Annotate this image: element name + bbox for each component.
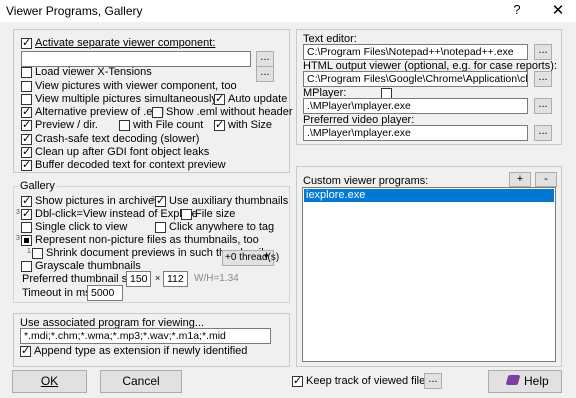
thumb-width-input[interactable]: 150: [126, 271, 151, 287]
dblclick-view-checkbox[interactable]: [21, 207, 32, 220]
window-title: Viewer Programs, Gallery: [6, 4, 143, 18]
html-viewer-browse-button[interactable]: ...: [534, 71, 552, 87]
timeout-label: Timeout in ms:: [22, 287, 94, 299]
activate-viewer-checkbox[interactable]: [21, 36, 32, 49]
close-icon[interactable]: ✕: [540, 0, 576, 22]
represent-nonpic-checkbox[interactable]: [21, 235, 32, 246]
with-size-label: with Size: [228, 119, 273, 131]
represent-nonpic-label: Represent non-picture files as thumbnail…: [35, 234, 259, 246]
click-tag-label: Click anywhere to tag: [169, 221, 275, 233]
threads-dropdown[interactable]: +0 thread(s) ▾: [222, 250, 279, 266]
keep-track-label: Keep track of viewed files: [306, 375, 431, 387]
custom-viewers-label: Custom viewer programs:: [303, 175, 429, 187]
view-multiple-checkbox[interactable]: [21, 94, 32, 105]
text-editor-browse-button[interactable]: ...: [534, 44, 552, 60]
load-xtensions-checkbox[interactable]: [21, 67, 32, 78]
title-bar: Viewer Programs, Gallery ? ✕: [0, 0, 576, 22]
mplayer-browse-button[interactable]: ...: [534, 98, 552, 114]
shrink-index: 1: [27, 248, 31, 255]
show-eml-header-checkbox[interactable]: [152, 107, 163, 118]
add-viewer-button[interactable]: +: [509, 172, 531, 187]
auto-update-checkbox[interactable]: [214, 92, 225, 105]
append-type-checkbox[interactable]: [20, 344, 31, 357]
alt-preview-eml-label: Alternative preview of .eml: [35, 106, 164, 118]
click-tag-checkbox[interactable]: [155, 222, 166, 233]
view-pictures-component-label: View pictures with viewer component, too: [35, 80, 237, 92]
load-xtensions-label: Load viewer X-Tensions: [35, 66, 152, 78]
cleanup-gdi-checkbox[interactable]: [21, 145, 32, 158]
crash-safe-label: Crash-safe text decoding (slower): [35, 133, 200, 145]
represent-index: 3: [16, 235, 20, 242]
single-click-label: Single click to view: [35, 221, 128, 233]
use-aux-thumbs-checkbox[interactable]: [155, 194, 166, 207]
threads-value: +0 thread(s): [225, 252, 280, 263]
crash-safe-checkbox[interactable]: [21, 132, 32, 145]
keep-track-checkbox[interactable]: [292, 374, 303, 387]
list-item[interactable]: iexplore.exe: [304, 189, 554, 202]
custom-viewers-list[interactable]: iexplore.exe: [302, 187, 556, 362]
thumb-height-input[interactable]: 112: [163, 271, 188, 287]
append-type-label: Append type as extension if newly identi…: [34, 345, 248, 357]
mplayer-input[interactable]: .\MPlayer\mplayer.exe: [303, 98, 528, 114]
viewer-component-browse-button[interactable]: ...: [256, 51, 274, 67]
single-click-checkbox[interactable]: [21, 222, 32, 233]
pref-video-browse-button[interactable]: ...: [534, 125, 552, 141]
preview-dir-label: Preview / dir.: [35, 119, 98, 131]
show-archives-checkbox[interactable]: [21, 194, 32, 207]
keep-track-browse-button[interactable]: ...: [424, 373, 442, 389]
help-button-label: Help: [524, 374, 549, 388]
chevron-down-icon: ▾: [264, 251, 269, 261]
remove-viewer-button[interactable]: -: [535, 172, 557, 187]
assoc-extensions-input[interactable]: *.mdi;*.chm;*.wma;*.mp3;*.wav;*.m1a;*.mi…: [20, 328, 271, 344]
cancel-button-label: Cancel: [122, 374, 160, 388]
ok-button-label: OK: [40, 374, 59, 388]
auto-update-label: Auto update: [228, 93, 288, 105]
load-xtensions-browse-button[interactable]: ...: [256, 66, 274, 82]
show-eml-header-label: Show .eml without header: [166, 106, 293, 118]
buffer-decoded-checkbox[interactable]: [21, 158, 32, 171]
file-size-checkbox[interactable]: [181, 209, 192, 220]
help-icon[interactable]: ?: [504, 2, 530, 20]
activate-viewer-label: Activate separate viewer component:: [35, 37, 216, 49]
show-archives-label: Show pictures in archives: [35, 195, 160, 207]
text-editor-input[interactable]: C:\Program Files\Notepad++\notepad++.exe: [303, 44, 528, 60]
view-pictures-component-checkbox[interactable]: [21, 81, 32, 92]
buffer-decoded-label: Buffer decoded text for context preview: [35, 159, 226, 171]
pref-video-input[interactable]: .\MPlayer\mplayer.exe: [303, 125, 528, 141]
times-sign: ×: [155, 273, 161, 283]
ok-button[interactable]: OK: [12, 370, 87, 393]
use-aux-thumbs-label: Use auxiliary thumbnails: [169, 195, 289, 207]
dblclick-view-label: Dbl-click=View instead of Explore: [35, 208, 198, 220]
with-file-count-checkbox[interactable]: [119, 120, 130, 131]
gallery-group-title: Gallery: [18, 180, 57, 192]
html-viewer-input[interactable]: C:\Program Files\Google\Chrome\Applicati…: [303, 71, 528, 87]
ratio-text: W/H=1.34: [194, 273, 239, 284]
file-size-label: File size: [195, 208, 236, 220]
shrink-doc-checkbox[interactable]: [32, 248, 43, 259]
cleanup-gdi-label: Clean up after GDI font object leaks: [35, 146, 210, 158]
alt-preview-eml-checkbox[interactable]: [21, 105, 32, 118]
help-button[interactable]: Help: [488, 370, 562, 393]
cancel-button[interactable]: Cancel: [100, 370, 182, 393]
preview-dir-checkbox[interactable]: [21, 118, 32, 131]
timeout-input[interactable]: 5000: [87, 285, 123, 301]
with-size-checkbox[interactable]: [214, 118, 225, 131]
viewer-component-path-input[interactable]: [21, 51, 251, 67]
help-book-icon: [505, 375, 521, 385]
with-file-count-label: with File count: [133, 119, 204, 131]
view-multiple-label: View multiple pictures simultaneously: [35, 93, 217, 105]
dblclick-index: 3: [16, 209, 20, 216]
grayscale-label: Grayscale thumbnails: [35, 260, 141, 272]
grayscale-checkbox[interactable]: [21, 261, 32, 272]
